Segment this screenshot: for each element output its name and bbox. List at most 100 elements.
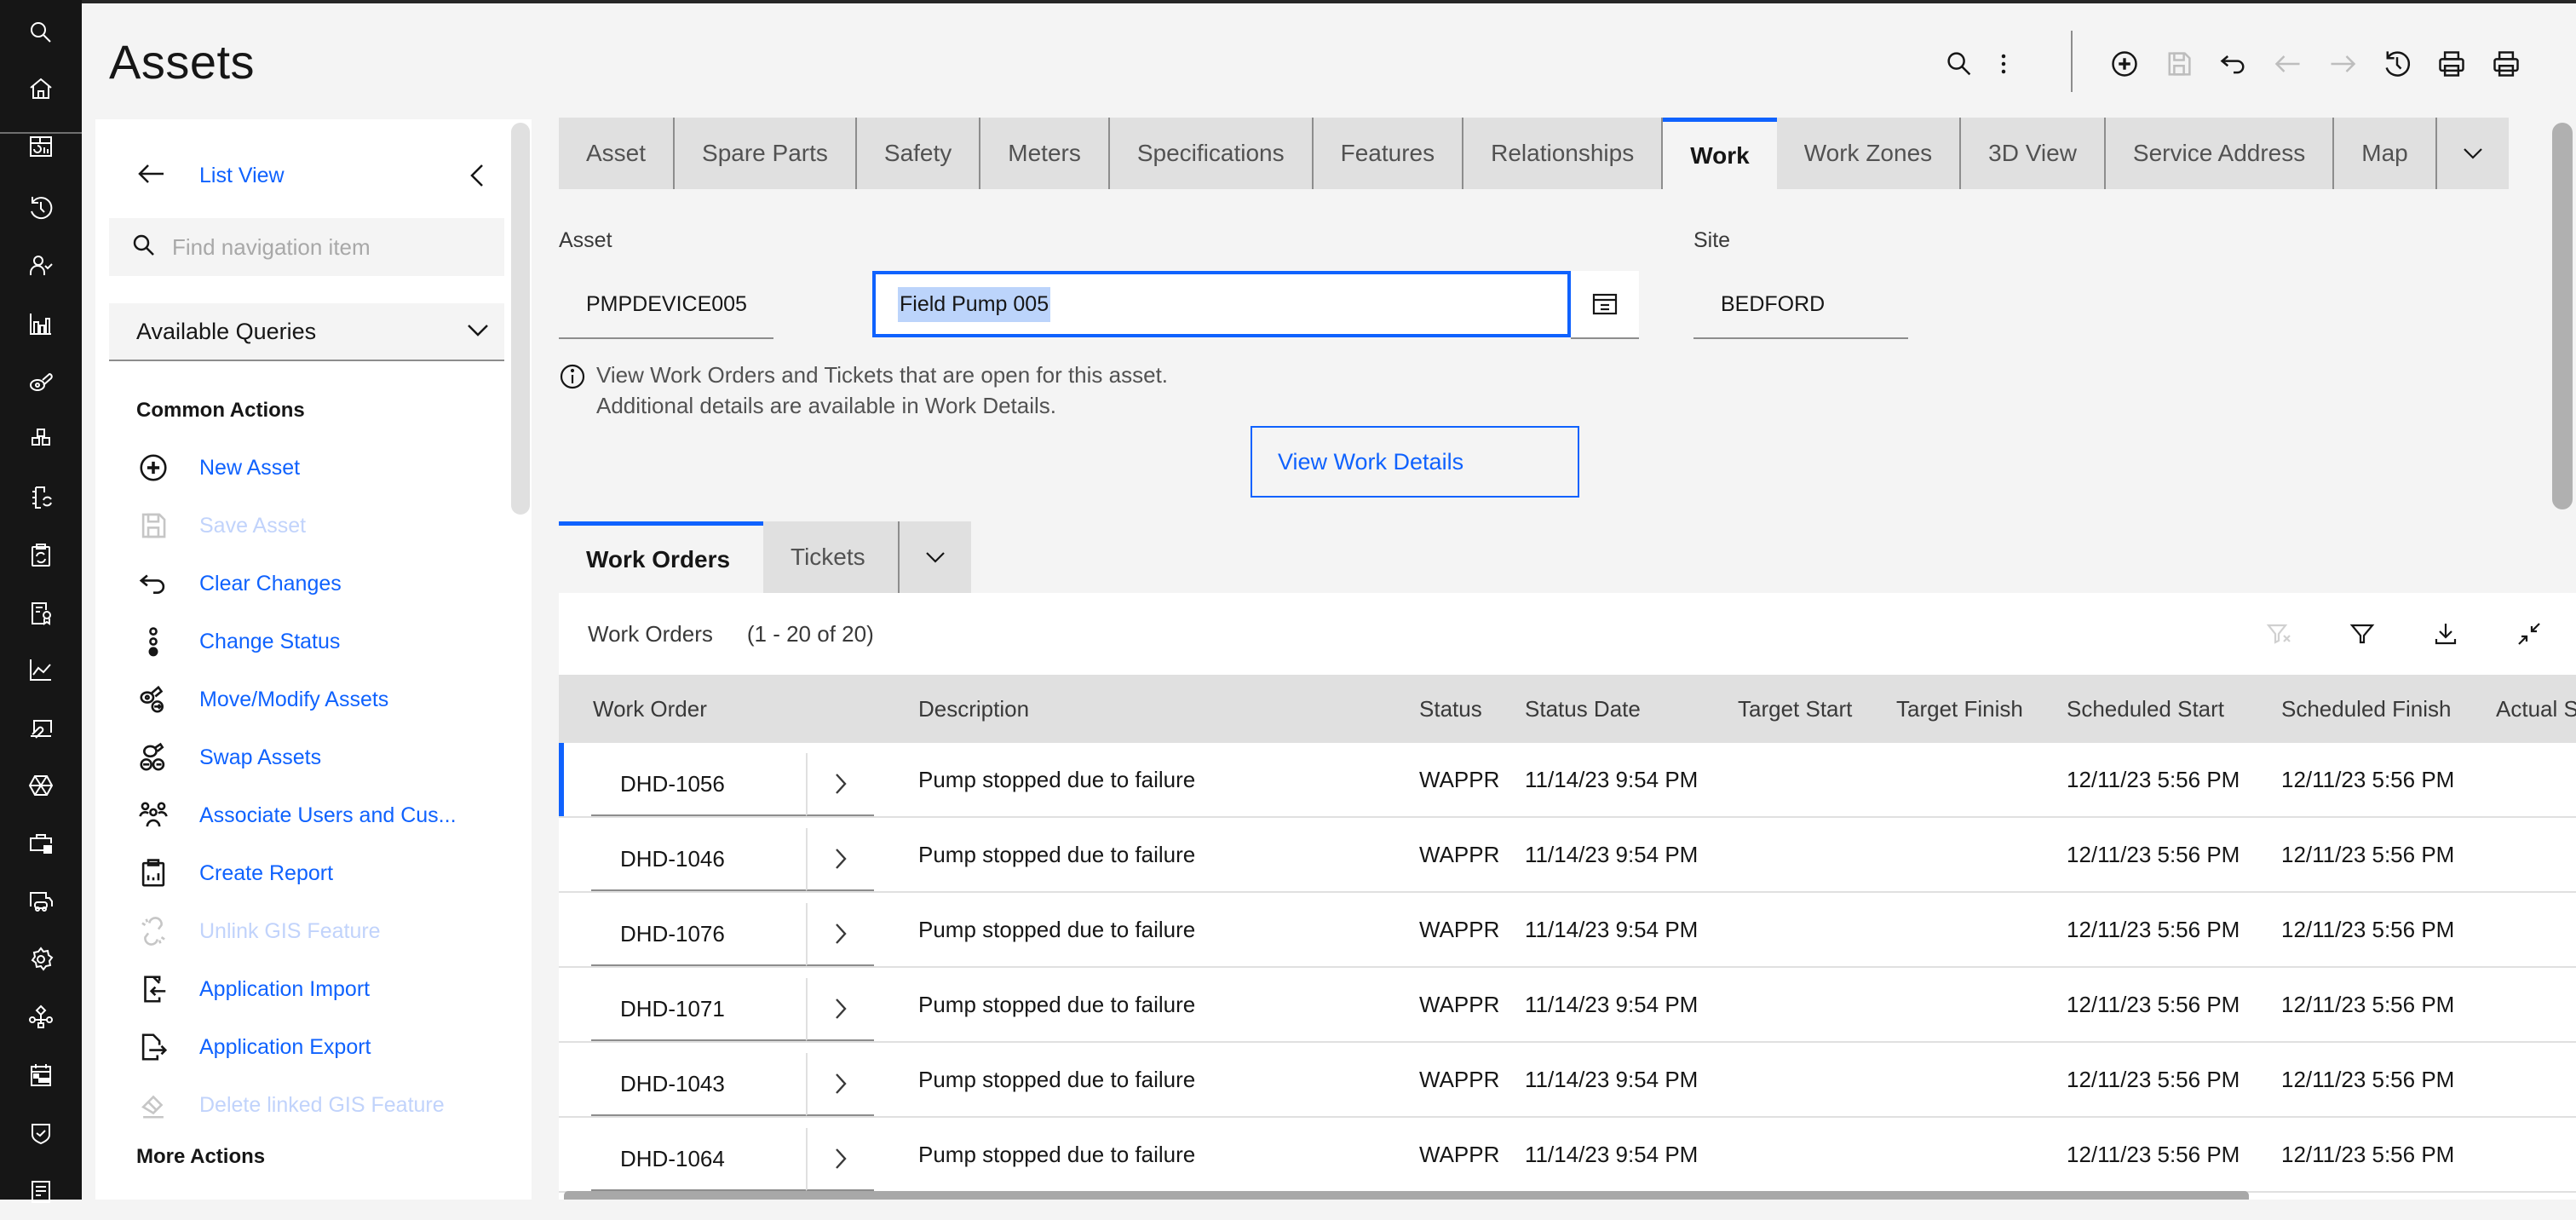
rail-item-workflow[interactable] bbox=[0, 988, 82, 1046]
open-work-order-button[interactable] bbox=[806, 903, 874, 966]
nav-search-input[interactable] bbox=[172, 233, 496, 261]
open-work-order-button[interactable] bbox=[806, 1128, 874, 1191]
action-application-import[interactable]: Application Import bbox=[136, 966, 370, 1012]
rail-item-home[interactable] bbox=[0, 60, 82, 118]
rail-item-certificate[interactable] bbox=[0, 584, 82, 642]
table-row[interactable]: DHD-1043 Pump stopped due to failure WAPPR… bbox=[559, 1043, 2576, 1118]
available-queries-dropdown[interactable]: Available Queries bbox=[109, 303, 504, 361]
next-record-icon[interactable] bbox=[2315, 34, 2370, 94]
action-swap-assets[interactable]: Swap Assets bbox=[136, 734, 321, 780]
rail-item-delivery-truck[interactable] bbox=[0, 872, 82, 930]
open-work-order-button[interactable] bbox=[806, 1053, 874, 1116]
previous-record-icon[interactable] bbox=[2261, 34, 2315, 94]
work-order-link[interactable]: DHD-1046 bbox=[591, 828, 806, 891]
minimize-icon[interactable] bbox=[2487, 610, 2571, 658]
collapse-panel-button[interactable] bbox=[467, 162, 487, 189]
table-row[interactable]: DHD-1046 Pump stopped due to failure WAPPR… bbox=[559, 818, 2576, 893]
tab-map[interactable]: Map bbox=[2334, 118, 2437, 189]
tab-meters[interactable]: Meters bbox=[980, 118, 1110, 189]
new-record-icon[interactable] bbox=[2097, 34, 2152, 94]
tab-work-zones[interactable]: Work Zones bbox=[1776, 118, 1962, 189]
column-header-status[interactable]: Status bbox=[1419, 675, 1482, 743]
site-field[interactable]: BEDFORD bbox=[1693, 271, 1908, 339]
rail-item-bar-chart[interactable] bbox=[0, 295, 82, 353]
action-move-modify-assets[interactable]: Move/Modify Assets bbox=[136, 676, 388, 722]
rail-item-clipboard-sync[interactable] bbox=[0, 527, 82, 584]
rail-item-dashboard[interactable] bbox=[0, 118, 82, 176]
column-header-status-date[interactable]: Status Date bbox=[1525, 675, 1641, 743]
rail-item-asset[interactable] bbox=[0, 353, 82, 411]
tab-service-address[interactable]: Service Address bbox=[2105, 118, 2335, 189]
tab-asset[interactable]: Asset bbox=[559, 118, 676, 189]
filter-icon[interactable] bbox=[2320, 610, 2404, 658]
rail-item-hexagon[interactable] bbox=[0, 757, 82, 814]
tab-3d-view[interactable]: 3D View bbox=[1961, 118, 2106, 189]
action-application-export[interactable]: Application Export bbox=[136, 1024, 371, 1070]
action-change-status[interactable]: Change Status bbox=[136, 619, 340, 665]
rail-item-report[interactable] bbox=[0, 1162, 82, 1220]
table-horizontal-scrollbar[interactable] bbox=[564, 1191, 2249, 1200]
description-lookup-button[interactable] bbox=[1571, 271, 1639, 339]
column-header-actual-s[interactable]: Actual S bbox=[2496, 675, 2576, 743]
print-alt-icon[interactable] bbox=[2479, 34, 2533, 94]
table-row[interactable]: DHD-1076 Pump stopped due to failure WAPPR… bbox=[559, 893, 2576, 968]
tab-work-orders[interactable]: Work Orders bbox=[559, 521, 763, 593]
action-unlink-gis-feature[interactable]: Unlink GIS Feature bbox=[136, 908, 381, 954]
tab-specifications[interactable]: Specifications bbox=[1109, 118, 1314, 189]
work-order-link[interactable]: DHD-1064 bbox=[591, 1128, 806, 1191]
open-work-order-button[interactable] bbox=[806, 828, 874, 891]
rail-item-cubes[interactable] bbox=[0, 411, 82, 469]
rail-item-security-shield[interactable] bbox=[0, 1104, 82, 1162]
download-icon[interactable] bbox=[2404, 610, 2487, 658]
tab-features[interactable]: Features bbox=[1313, 118, 1464, 189]
action-associate-users-and-cus[interactable]: Associate Users and Cus... bbox=[136, 792, 457, 838]
work-order-link[interactable]: DHD-1071 bbox=[591, 978, 806, 1041]
rail-item-search[interactable] bbox=[0, 3, 82, 61]
tab-work[interactable]: Work bbox=[1663, 118, 1777, 189]
print-icon[interactable] bbox=[2424, 34, 2479, 94]
rail-item-laptop-wrench[interactable] bbox=[0, 699, 82, 757]
asset-field[interactable]: PMPDEVICE005 bbox=[559, 271, 773, 339]
asset-description-input[interactable]: Field Pump 005 bbox=[872, 271, 1571, 337]
tabs-more-button[interactable] bbox=[2436, 118, 2509, 189]
rail-item-line-chart[interactable] bbox=[0, 641, 82, 699]
action-delete-linked-gis-feature[interactable]: Delete linked GIS Feature bbox=[136, 1082, 445, 1128]
overflow-menu-icon[interactable] bbox=[1987, 34, 2021, 94]
work-order-link[interactable]: DHD-1056 bbox=[591, 753, 806, 816]
view-work-details-button[interactable]: View Work Details bbox=[1251, 426, 1579, 498]
work-order-link[interactable]: DHD-1043 bbox=[591, 1053, 806, 1116]
action-create-report[interactable]: Create Report bbox=[136, 850, 333, 896]
table-row[interactable]: DHD-1064 Pump stopped due to failure WAPPR… bbox=[559, 1118, 2576, 1193]
table-row[interactable]: DHD-1071 Pump stopped due to failure WAPPR… bbox=[559, 968, 2576, 1043]
table-row[interactable]: DHD-1056 Pump stopped due to failure WAPPR… bbox=[559, 743, 2576, 818]
tab-tickets[interactable]: Tickets bbox=[763, 521, 900, 593]
search-icon[interactable] bbox=[1932, 34, 1987, 94]
history-icon[interactable] bbox=[2370, 34, 2424, 94]
rail-item-toolbox[interactable] bbox=[0, 814, 82, 872]
subtabs-more-button[interactable] bbox=[900, 521, 971, 593]
clear-filter-icon[interactable] bbox=[2237, 610, 2320, 658]
tab-spare-parts[interactable]: Spare Parts bbox=[675, 118, 857, 189]
save-icon[interactable] bbox=[2152, 34, 2206, 94]
rail-item-settings[interactable] bbox=[0, 930, 82, 988]
column-header-description[interactable]: Description bbox=[918, 675, 1029, 743]
action-clear-changes[interactable]: Clear Changes bbox=[136, 561, 342, 607]
main-scrollbar[interactable] bbox=[2552, 123, 2573, 509]
list-view-link[interactable]: List View bbox=[136, 158, 285, 193]
undo-icon[interactable] bbox=[2206, 34, 2261, 94]
action-new-asset[interactable]: New Asset bbox=[136, 445, 300, 491]
column-header-scheduled-finish[interactable]: Scheduled Finish bbox=[2281, 675, 2451, 743]
rail-item-user-check[interactable] bbox=[0, 237, 82, 295]
column-header-target-finish[interactable]: Target Finish bbox=[1896, 675, 2023, 743]
open-work-order-button[interactable] bbox=[806, 978, 874, 1041]
tab-relationships[interactable]: Relationships bbox=[1463, 118, 1664, 189]
work-order-link[interactable]: DHD-1076 bbox=[591, 903, 806, 966]
nav-panel-scrollbar[interactable] bbox=[511, 123, 530, 515]
column-header-scheduled-start[interactable]: Scheduled Start bbox=[2067, 675, 2224, 743]
action-save-asset[interactable]: Save Asset bbox=[136, 503, 306, 549]
open-work-order-button[interactable] bbox=[806, 753, 874, 816]
rail-item-notebook-sync[interactable] bbox=[0, 469, 82, 527]
column-header-work-order[interactable]: Work Order bbox=[593, 675, 707, 743]
column-header-target-start[interactable]: Target Start bbox=[1738, 675, 1852, 743]
tab-safety[interactable]: Safety bbox=[856, 118, 981, 189]
